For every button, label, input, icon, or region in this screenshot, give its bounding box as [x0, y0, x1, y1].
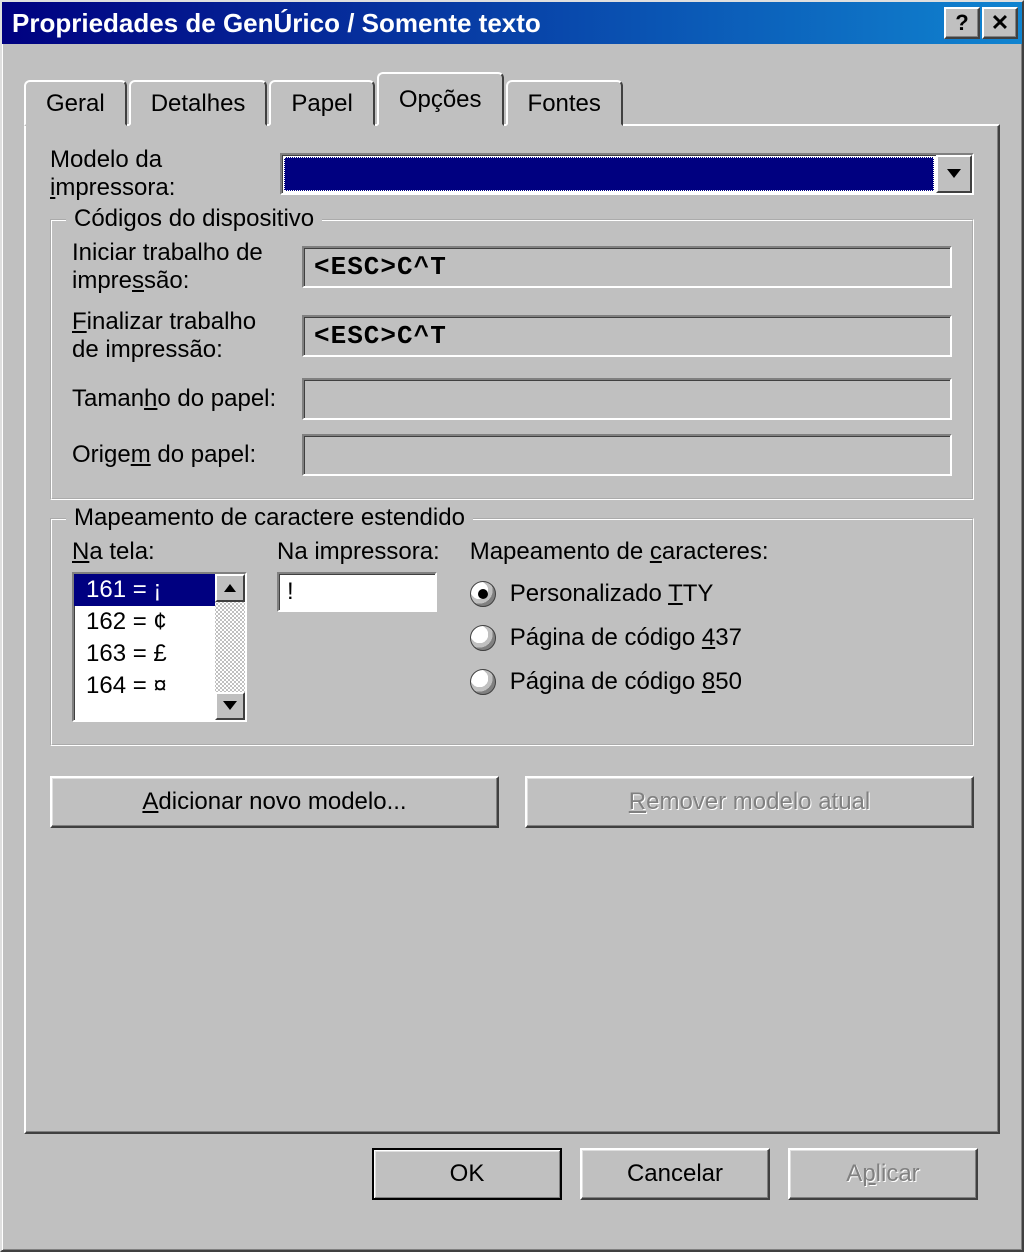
- radio-tty[interactable]: Personalizado TTY: [470, 580, 952, 608]
- tab-detalhes[interactable]: Detalhes: [129, 80, 268, 126]
- list-item[interactable]: 162 = ¢: [74, 606, 215, 638]
- paper-source-value: [302, 434, 952, 476]
- start-job-value: <ESC>C^T: [302, 246, 952, 288]
- chevron-up-icon: [224, 584, 236, 592]
- model-combo[interactable]: [280, 153, 974, 195]
- screen-listbox[interactable]: 161 = ¡ 162 = ¢ 163 = £ 164 = ¤: [72, 572, 247, 722]
- scroll-up-button[interactable]: [215, 574, 245, 602]
- tab-papel[interactable]: Papel: [269, 80, 374, 126]
- ok-button[interactable]: OK: [372, 1148, 562, 1200]
- scroll-down-button[interactable]: [215, 692, 245, 720]
- apply-button: Aplicar: [788, 1148, 978, 1200]
- radio-cp437[interactable]: Página de código 437: [470, 624, 952, 652]
- tab-geral[interactable]: Geral: [24, 80, 127, 126]
- radio-icon: [470, 669, 496, 695]
- radio-label: Página de código 437: [510, 624, 742, 652]
- extended-mapping-group: Mapeamento de caractere estendido Na tel…: [50, 518, 974, 746]
- chevron-down-icon: [223, 701, 237, 710]
- paper-size-label: Tamanho do papel:: [72, 385, 302, 413]
- remove-model-button: Remover modelo atual: [525, 776, 974, 828]
- close-button[interactable]: ✕: [982, 7, 1018, 39]
- combo-dropdown-button[interactable]: [936, 155, 972, 193]
- scroll-track[interactable]: [215, 602, 245, 692]
- list-item[interactable]: 163 = £: [74, 638, 215, 670]
- paper-source-label: Origem do papel:: [72, 441, 302, 469]
- mapping-label: Mapeamento de caracteres:: [470, 538, 952, 566]
- titlebar: Propriedades de GenÚrico / Somente texto…: [2, 2, 1022, 44]
- printer-value-input[interactable]: !: [277, 572, 437, 612]
- question-icon: ?: [955, 10, 968, 36]
- radio-icon: [470, 581, 496, 607]
- chevron-down-icon: [947, 169, 961, 178]
- screen-label: Na tela:: [72, 538, 247, 566]
- tab-panel-opcoes: Modelo da impressora: Códigos do disposi…: [24, 124, 1000, 1134]
- end-job-label: Finalizar trabalhode impressão:: [72, 308, 302, 363]
- properties-window: Propriedades de GenÚrico / Somente texto…: [0, 0, 1024, 1252]
- end-job-value: <ESC>C^T: [302, 315, 952, 357]
- printer-label: Na impressora:: [277, 538, 440, 566]
- tab-opcoes[interactable]: Opções: [377, 72, 504, 126]
- model-label: Modelo da impressora:: [50, 146, 280, 201]
- tab-fontes[interactable]: Fontes: [506, 80, 623, 126]
- radio-cp850[interactable]: Página de código 850: [470, 668, 952, 696]
- add-model-button[interactable]: Adicionar novo modelo...: [50, 776, 499, 828]
- radio-label: Página de código 850: [510, 668, 742, 696]
- help-button[interactable]: ?: [944, 7, 980, 39]
- list-item[interactable]: 161 = ¡: [74, 574, 215, 606]
- start-job-label: Iniciar trabalho de impressão:: [72, 239, 302, 294]
- device-codes-legend: Códigos do dispositivo: [66, 205, 322, 233]
- tab-row: Geral Detalhes Papel Opções Fontes: [24, 70, 1000, 124]
- paper-size-value: [302, 378, 952, 420]
- extended-mapping-legend: Mapeamento de caractere estendido: [66, 504, 473, 532]
- listbox-scrollbar[interactable]: [215, 574, 245, 720]
- cancel-button[interactable]: Cancelar: [580, 1148, 770, 1200]
- radio-icon: [470, 625, 496, 651]
- close-icon: ✕: [991, 10, 1009, 36]
- radio-label: Personalizado TTY: [510, 580, 714, 608]
- list-item[interactable]: 164 = ¤: [74, 670, 215, 702]
- device-codes-group: Códigos do dispositivo Iniciar trabalho …: [50, 219, 974, 499]
- window-title: Propriedades de GenÚrico / Somente texto: [12, 8, 944, 39]
